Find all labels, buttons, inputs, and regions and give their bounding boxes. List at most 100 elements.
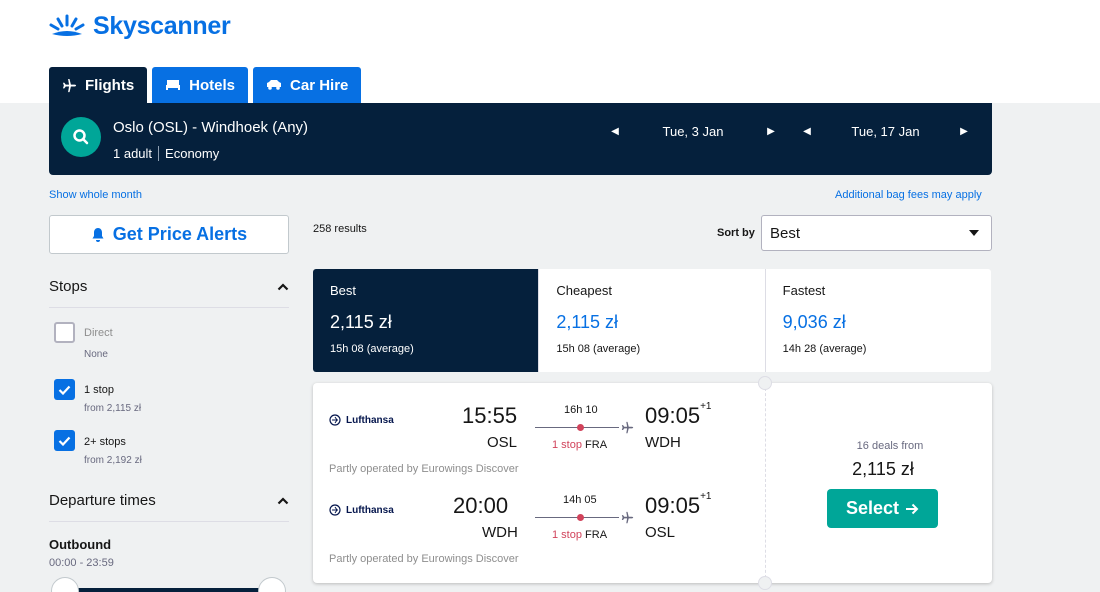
return-next-button[interactable]: ▶ [956, 121, 972, 141]
sort-tab-best[interactable]: Best 2,115 zł 15h 08 (average) [313, 269, 540, 372]
one-stop-checkbox[interactable] [54, 379, 75, 400]
lufthansa-logo-icon [329, 504, 341, 516]
tab-car-hire[interactable]: Car Hire [253, 67, 362, 103]
depart-next-button[interactable]: ▶ [763, 121, 779, 141]
inbound-arrive-time: 09:05+1 [645, 491, 712, 519]
outbound-day-offset: +1 [700, 401, 712, 412]
outbound-stop-info: 1 stop FRA [552, 439, 607, 451]
car-icon [267, 80, 282, 90]
tab-hotels-label: Hotels [189, 76, 236, 94]
divider [49, 307, 289, 308]
sort-tab-cheapest[interactable]: Cheapest 2,115 zł 15h 08 (average) [539, 269, 766, 372]
plane-icon [621, 421, 634, 434]
outbound-label: Outbound [49, 537, 112, 552]
card-notch [758, 376, 772, 390]
sort-select-value: Best [770, 224, 801, 242]
bag-fees-link[interactable]: Additional bag fees may apply [835, 189, 982, 201]
outbound-depart-time: 15:55 [462, 403, 518, 428]
deal-price: 2,115 zł [852, 459, 914, 479]
arrow-right-icon [906, 503, 919, 514]
sort-by-label: Sort by [717, 227, 755, 239]
lufthansa-logo-icon [329, 414, 341, 426]
card-notch [758, 576, 772, 590]
sort-tab-label: Fastest [782, 283, 826, 298]
sort-tab-label: Cheapest [556, 283, 612, 298]
skyscanner-logo[interactable]: Skyscanner [49, 12, 231, 41]
outbound-stops: 1 stop [552, 439, 582, 451]
inbound-airline-name: Lufthansa [346, 504, 394, 516]
direct-label: Direct [84, 327, 113, 339]
outbound-time-slider[interactable] [64, 588, 272, 592]
inbound-stops: 1 stop [552, 529, 582, 541]
depart-date[interactable]: Tue, 3 Jan [623, 124, 763, 139]
depart-date-picker: ◀ Tue, 3 Jan ▶ [607, 121, 779, 141]
deals-count: 16 deals from [856, 440, 924, 452]
sort-tab-price: 9,036 zł [782, 312, 846, 332]
outbound-airline: Lufthansa [329, 414, 394, 426]
flight-result-card[interactable]: Lufthansa 15:55 OSL 16h 10 1 stop FRA 09… [313, 376, 992, 590]
outbound-duration: 16h 10 [564, 404, 598, 416]
one-stop-sub: from 2,115 zł [84, 403, 142, 414]
brand-name: Skyscanner [93, 12, 231, 40]
results-count: 258 results [313, 223, 367, 235]
chevron-up-icon [277, 282, 289, 290]
return-prev-button[interactable]: ◀ [799, 121, 815, 141]
bell-icon [92, 227, 104, 242]
price-alerts-button[interactable]: Get Price Alerts [49, 215, 289, 254]
passenger-summary[interactable]: 1 adult Economy [113, 146, 219, 161]
checkmark-icon [58, 436, 71, 446]
slider-handle-end[interactable] [258, 577, 286, 592]
inbound-depart-time: 20:00 [453, 493, 509, 518]
cabin-class: Economy [158, 146, 219, 161]
sun-logo-icon [49, 14, 85, 36]
inbound-arrive-time-value: 09:05 [645, 493, 701, 518]
sort-tab-duration: 15h 08 (average) [556, 343, 641, 355]
stops-filter-title: Stops [49, 278, 88, 295]
return-date-picker: ◀ Tue, 17 Jan ▶ [799, 121, 972, 141]
bed-icon [166, 80, 181, 90]
outbound-airline-name: Lufthansa [346, 414, 394, 426]
return-date[interactable]: Tue, 17 Jan [815, 124, 956, 139]
direct-sub: None [84, 349, 108, 360]
tab-flights[interactable]: Flights [49, 67, 148, 103]
product-tabs: Flights Hotels Car Hire [49, 67, 362, 103]
departure-filter-header[interactable]: Departure times [49, 492, 289, 509]
sort-tab-duration: 15h 08 (average) [330, 343, 414, 355]
passenger-count: 1 adult [113, 146, 153, 161]
inbound-day-offset: +1 [700, 491, 712, 502]
outbound-arrive-time: 09:05+1 [645, 401, 712, 429]
card-divider [765, 383, 766, 583]
search-icon [73, 129, 89, 145]
sort-tab-label: Best [330, 283, 357, 298]
outbound-arrive-time-value: 09:05 [645, 403, 701, 428]
depart-prev-button[interactable]: ◀ [607, 121, 623, 141]
two-plus-stops-sub: from 2,192 zł [84, 455, 142, 466]
sort-select[interactable]: Best [761, 215, 992, 251]
checkmark-icon [58, 385, 71, 395]
plane-icon [62, 78, 77, 92]
search-summary[interactable]: Oslo (OSL) - Windhoek (Any) 1 adult Econ… [49, 103, 992, 175]
inbound-airline: Lufthansa [329, 504, 394, 516]
inbound-stop-info: 1 stop FRA [552, 529, 607, 541]
caret-down-icon [969, 230, 979, 236]
inbound-arrive-airport: OSL [645, 524, 676, 541]
two-plus-stops-checkbox[interactable] [54, 430, 75, 451]
sort-tab-price: 2,115 zł [330, 312, 392, 332]
price-alerts-label: Get Price Alerts [112, 224, 248, 244]
outbound-operator-note: Partly operated by Eurowings Discover [329, 463, 519, 475]
slider-handle-start[interactable] [51, 577, 79, 592]
top-bar: Skyscanner Flights Hotels Car Hire [0, 0, 1100, 103]
search-button[interactable] [61, 117, 101, 157]
tab-hotels[interactable]: Hotels [152, 67, 249, 103]
inbound-depart-airport: WDH [482, 524, 518, 541]
show-whole-month-link[interactable]: Show whole month [49, 189, 142, 201]
tab-car-hire-label: Car Hire [290, 76, 349, 94]
sort-tab-fastest[interactable]: Fastest 9,036 zł 14h 28 (average) [766, 269, 991, 372]
route-text[interactable]: Oslo (OSL) - Windhoek (Any) [113, 119, 308, 136]
stop-dot [577, 424, 584, 431]
select-button[interactable]: Select [827, 489, 938, 528]
stops-filter-header[interactable]: Stops [49, 278, 289, 295]
plane-icon [621, 511, 634, 524]
direct-checkbox[interactable] [54, 322, 75, 343]
outbound-via: FRA [585, 439, 608, 451]
